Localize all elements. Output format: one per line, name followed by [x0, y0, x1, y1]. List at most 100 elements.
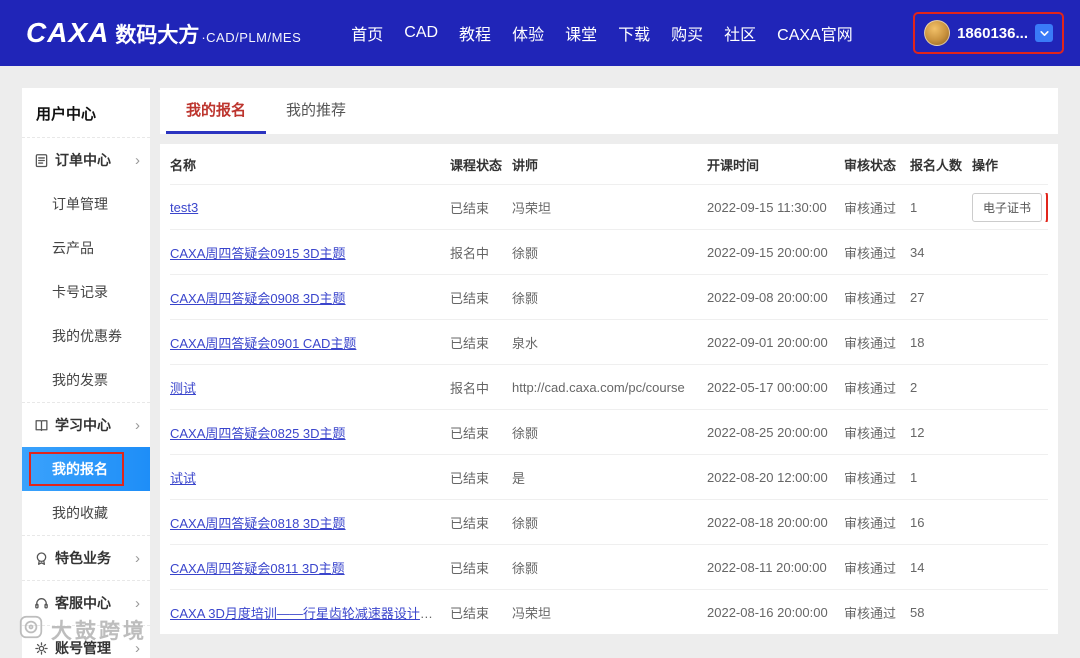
audit-status-cell: 审核通过	[844, 515, 897, 531]
sidebar-item-label: 我的报名	[52, 461, 108, 477]
audit-status-cell: 审核通过	[844, 335, 897, 351]
course-link[interactable]: CAXA周四答疑会0825 3D主题	[170, 426, 346, 441]
course-name-cell: CAXA 3D月度培训——行星齿轮减速器设计流程	[170, 603, 450, 622]
start-time-cell: 2022-09-08 20:00:00	[707, 289, 828, 305]
sidebar-item-my-favorites[interactable]: 我的收藏	[22, 491, 150, 535]
sidebar-item-my-enrollment[interactable]: 我的报名	[22, 447, 150, 491]
nav-item-caxa-site[interactable]: CAXA官网	[777, 21, 853, 45]
sidebar-item-my-coupons[interactable]: 我的优惠券	[22, 314, 150, 358]
course-link[interactable]: CAXA周四答疑会0901 CAD主题	[170, 336, 356, 351]
sidebar-item-label: 订单管理	[52, 196, 108, 212]
enroll-count-cell: 14	[910, 559, 925, 575]
sidebar-item-my-invoices[interactable]: 我的发票	[22, 358, 150, 402]
course-status: 已结束	[450, 560, 490, 576]
start-time-cell: 2022-08-16 20:00:00	[707, 604, 828, 620]
audit-status-cell: 审核通过	[844, 380, 897, 396]
chevron-right-icon: ›	[135, 594, 140, 612]
chevron-right-icon: ›	[135, 639, 140, 657]
sidebar-item-cloud-products[interactable]: 云产品	[22, 226, 150, 270]
column-header-4: 审核状态	[844, 157, 897, 173]
nav-item-tutorial[interactable]: 教程	[459, 21, 491, 45]
nav-item-cad[interactable]: CAD	[404, 24, 438, 42]
chevron-right-icon: ›	[135, 416, 140, 434]
table-row: CAXA周四答疑会0818 3D主题 已结束 徐颢 2022-08-18 20:00:…	[170, 499, 1048, 544]
tab-my-enrollment[interactable]: 我的报名	[166, 88, 267, 134]
sidebar-section-study-center[interactable]: 学习中心 ›	[22, 402, 150, 447]
enrollment-table: 名称 课程状态 讲师 开课时间 审核状态 报名人数 操作 test3 已结束 冯荣坦 2022-0…	[160, 144, 1058, 634]
main-content: 我的报名 我的推荐 名称 课程状态 讲师 开课时间 审核状态 报名人数 操作 test3 已结束…	[160, 88, 1058, 634]
sidebar-section-label: 客服中心	[55, 595, 111, 611]
table-row: CAXA周四答疑会0908 3D主题 已结束 徐颢 2022-09-08 20:00:…	[170, 274, 1048, 319]
user-dropdown-icon[interactable]	[1035, 24, 1053, 42]
sidebar-item-card-records[interactable]: 卡号记录	[22, 270, 150, 314]
tab-my-recommend[interactable]: 我的推荐	[266, 88, 366, 134]
start-time-cell: 2022-08-20 12:00:00	[707, 469, 828, 485]
sidebar-section-order-center[interactable]: 订单中心 ›	[22, 137, 150, 182]
course-status: 已结束	[450, 425, 490, 441]
course-link[interactable]: CAXA周四答疑会0811 3D主题	[170, 561, 345, 576]
course-name-cell: CAXA周四答疑会0915 3D主题	[170, 243, 450, 262]
sidebar-section-account-manage[interactable]: 账号管理 ›	[22, 625, 150, 658]
nav-item-community[interactable]: 社区	[724, 21, 756, 45]
teacher-cell: 冯荣坦	[512, 200, 552, 216]
main-nav: 首页 CAD 教程 体验 课堂 下载 购买 社区 CAXA官网	[351, 21, 852, 45]
course-status: 已结束	[450, 515, 490, 531]
course-link[interactable]: 试试	[170, 471, 196, 486]
nav-item-download[interactable]: 下载	[618, 21, 650, 45]
course-status: 已结束	[450, 290, 490, 306]
audit-status-cell: 审核通过	[844, 425, 897, 441]
audit-status-cell: 审核通过	[844, 470, 897, 486]
course-name-cell: 试试	[170, 468, 450, 487]
logo-caxa-text: CAXA	[26, 17, 110, 48]
nav-item-experience[interactable]: 体验	[512, 21, 544, 45]
column-header-3: 开课时间	[707, 157, 760, 173]
chevron-right-icon: ›	[135, 151, 140, 169]
sidebar-section-special-business[interactable]: 特色业务 ›	[22, 535, 150, 580]
sidebar-section-label: 特色业务	[55, 550, 111, 566]
course-status: 已结束	[450, 335, 490, 351]
start-time-cell: 2022-08-18 20:00:00	[707, 514, 828, 530]
action-cell: 电子证书	[972, 192, 1048, 222]
user-chip[interactable]: 1860136...	[913, 12, 1064, 54]
column-header-0: 名称	[170, 157, 197, 173]
nav-item-classroom[interactable]: 课堂	[565, 21, 597, 45]
table-row: test3 已结束 冯荣坦 2022-09-15 11:30:00 审核通过 1 电子证书	[170, 184, 1048, 229]
column-header-1: 课程状态	[450, 157, 503, 173]
study-icon	[34, 418, 49, 433]
sidebar-section-service-center[interactable]: 客服中心 ›	[22, 580, 150, 625]
teacher-cell: 徐颢	[512, 560, 539, 576]
sidebar-item-label: 我的发票	[52, 372, 108, 388]
certificate-button[interactable]: 电子证书	[972, 192, 1048, 222]
teacher-cell: 徐颢	[512, 425, 539, 441]
start-time-cell: 2022-08-25 20:00:00	[707, 424, 828, 440]
course-name-cell: CAXA周四答疑会0901 CAD主题	[170, 333, 450, 352]
sidebar-title: 用户中心	[36, 106, 97, 123]
course-link[interactable]: 测试	[170, 381, 196, 396]
teacher-cell: 徐颢	[512, 515, 539, 531]
table-row: 测试 报名中 http://cad.caxa.com/pc/course 2022-0…	[170, 364, 1048, 409]
sidebar-item-order-manage[interactable]: 订单管理	[22, 182, 150, 226]
course-status: 报名中	[450, 245, 490, 261]
course-link[interactable]: CAXA周四答疑会0915 3D主题	[170, 246, 346, 261]
enroll-count-cell: 58	[910, 604, 925, 620]
course-link[interactable]: test3	[170, 200, 198, 215]
avatar	[924, 20, 951, 46]
sidebar-section-label: 订单中心	[55, 152, 111, 168]
course-link[interactable]: CAXA周四答疑会0818 3D主题	[170, 516, 346, 531]
course-status: 报名中	[450, 380, 490, 396]
enroll-count-cell: 1	[910, 199, 918, 215]
teacher-cell: 徐颢	[512, 290, 539, 306]
course-link[interactable]: CAXA 3D月度培训——行星齿轮减速器设计流程	[170, 606, 446, 621]
start-time-cell: 2022-09-15 20:00:00	[707, 244, 828, 260]
course-link[interactable]: CAXA周四答疑会0908 3D主题	[170, 291, 346, 306]
sidebar: 用户中心 订单中心 › 订单管理云产品 卡号记录 我的优惠券我的发票学习中心 › 我的报名我…	[22, 88, 150, 658]
audit-status-cell: 审核通过	[844, 560, 897, 576]
logo-suffix-text: ·CAD/PLM/MES	[201, 30, 302, 45]
sidebar-section-label: 账号管理	[55, 640, 111, 656]
user-name: 1860136...	[957, 24, 1028, 42]
course-name-cell: CAXA周四答疑会0811 3D主题	[170, 558, 450, 577]
audit-status-cell: 审核通过	[844, 200, 897, 216]
sidebar-item-label: 我的收藏	[52, 505, 108, 521]
nav-item-buy[interactable]: 购买	[671, 21, 703, 45]
nav-item-home[interactable]: 首页	[351, 21, 383, 45]
